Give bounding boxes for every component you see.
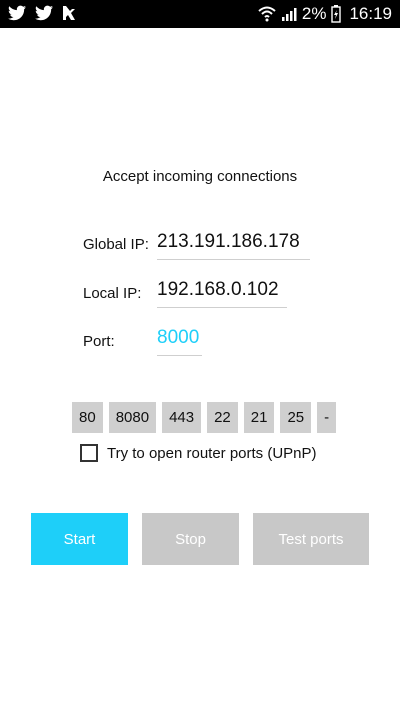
clock-time: 16:19 [349,4,392,23]
status-bar-notifications [8,5,76,21]
port-chip-21[interactable]: 21 [243,402,275,433]
signal-icon [281,6,297,22]
status-bar: 2% 16:19 [0,0,400,28]
status-bar-system: 2% 16:19 [258,0,392,28]
upnp-label: Try to open router ports (UPnP) [107,444,317,462]
global-ip-value: 213.191.186.178 [157,231,310,260]
stop-button[interactable]: Stop [142,513,239,565]
global-ip-label: Global IP: [83,236,149,253]
quick-port-list: 80 8080 443 22 21 25 - [72,402,337,433]
page-title: Accept incoming connections [102,168,298,185]
port-chip-443[interactable]: 443 [162,402,202,433]
local-ip-label: Local IP: [83,285,142,302]
port-chip-80[interactable]: 80 [72,402,103,433]
twitter-icon [35,5,53,21]
port-label: Port: [83,333,115,350]
port-chip-22[interactable]: 22 [207,402,238,433]
wifi-icon [258,6,276,22]
upnp-option[interactable]: Try to open router ports (UPnP) [80,444,317,462]
port-chip-8080[interactable]: 8080 [108,402,157,433]
twitter-icon [8,5,26,21]
battery-icon [331,5,342,23]
upnp-checkbox[interactable] [80,444,98,462]
battery-percent: 2% [301,4,327,23]
start-button[interactable]: Start [31,513,128,565]
local-ip-value: 192.168.0.102 [157,279,287,308]
port-chip-dash[interactable]: - [317,402,337,433]
port-chip-25[interactable]: 25 [280,402,312,433]
test-ports-button[interactable]: Test ports [253,513,369,565]
notification-icon [62,5,76,21]
port-input[interactable]: 8000 [157,327,202,356]
